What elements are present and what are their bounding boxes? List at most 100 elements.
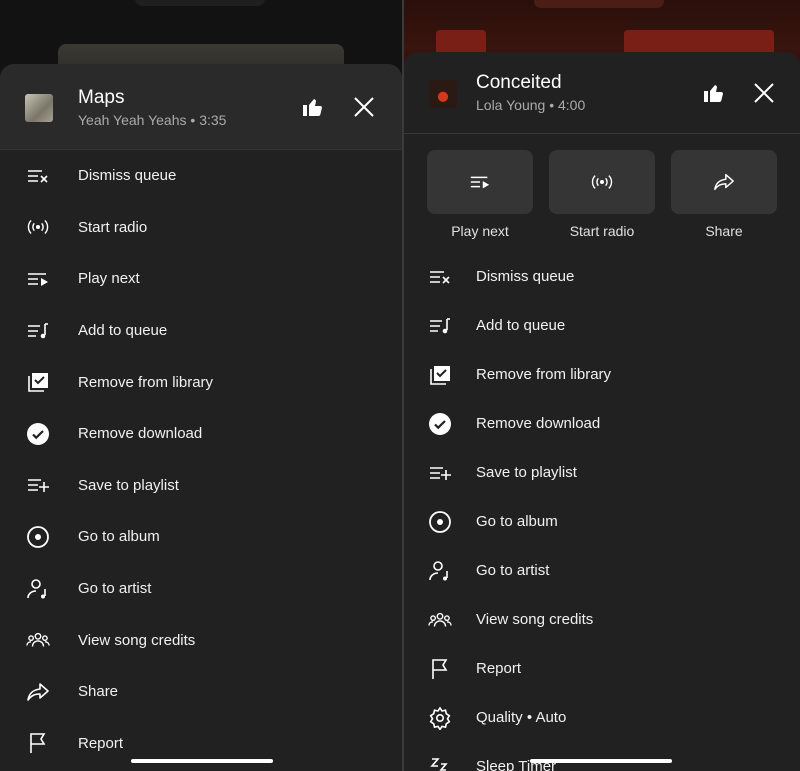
gear-icon <box>428 706 452 730</box>
quick-action-tile[interactable] <box>671 150 777 214</box>
menu-item-go-to-album[interactable]: Go to album <box>404 497 800 546</box>
playlist-add-icon <box>26 473 50 497</box>
album-icon <box>26 525 50 549</box>
menu-item-add-to-queue[interactable]: Add to queue <box>0 305 402 357</box>
radio-icon <box>591 175 613 189</box>
close-icon <box>354 97 374 117</box>
menu-item-label: View song credits <box>476 611 594 628</box>
menu-item-view-song-credits[interactable]: View song credits <box>404 595 800 644</box>
song-options-sheet: Conceited Lola Young • 4:00 Play next St… <box>404 52 800 771</box>
quick-action-tile[interactable] <box>549 150 655 214</box>
quick-action-share[interactable]: Share <box>671 150 777 239</box>
quick-action-label: Start radio <box>569 223 635 239</box>
quick-action-start-radio[interactable]: Start radio <box>549 150 655 239</box>
playlist-add-icon <box>428 461 452 485</box>
home-indicator <box>131 759 273 763</box>
options-menu: Dismiss queue Start radio Play next Add … <box>0 150 402 769</box>
background-pill <box>534 0 664 8</box>
menu-item-start-radio[interactable]: Start radio <box>0 202 402 254</box>
menu-item-label: Go to artist <box>78 580 152 598</box>
menu-item-label: Play next <box>78 270 140 288</box>
menu-item-label: Add to queue <box>476 317 566 334</box>
menu-item-play-next[interactable]: Play next <box>0 253 402 305</box>
menu-item-label: Save to playlist <box>78 476 179 494</box>
flag-icon <box>26 731 50 755</box>
menu-item-label: Go to album <box>78 528 160 546</box>
add-to-queue-icon <box>26 319 50 343</box>
dismiss-queue-icon <box>428 265 452 289</box>
album-thumbnail <box>429 80 457 108</box>
sheet-header: Maps Yeah Yeah Yeahs • 3:35 <box>0 64 402 150</box>
share-icon <box>714 173 734 191</box>
credits-icon <box>26 628 50 652</box>
menu-item-report[interactable]: Report <box>404 644 800 693</box>
menu-item-label: Dismiss queue <box>476 268 575 285</box>
menu-item-remove-download[interactable]: Remove download <box>0 408 402 460</box>
menu-item-label: Go to album <box>476 513 558 530</box>
quick-actions: Play next Start radio Share <box>427 150 777 239</box>
menu-item-share[interactable]: Share <box>0 666 402 718</box>
artist-icon <box>428 559 452 583</box>
background-pill <box>135 0 265 6</box>
play-next-icon <box>470 176 490 189</box>
left-screen: Maps Yeah Yeah Yeahs • 3:35 Dismiss queu… <box>0 0 402 771</box>
menu-item-quality[interactable]: Quality • Auto <box>404 693 800 742</box>
menu-item-label: Remove download <box>476 415 601 432</box>
album-thumbnail <box>25 94 53 122</box>
menu-item-label: Report <box>476 660 522 677</box>
like-button[interactable] <box>701 80 727 106</box>
sheet-header: Conceited Lola Young • 4:00 <box>404 52 800 134</box>
quick-action-tile[interactable] <box>427 150 533 214</box>
menu-item-label: Share <box>78 683 119 701</box>
menu-item-label: Quality • Auto <box>476 709 567 726</box>
menu-item-remove-download[interactable]: Remove download <box>404 399 800 448</box>
menu-item-save-to-playlist[interactable]: Save to playlist <box>0 460 402 512</box>
menu-item-sleep-timer[interactable]: Sleep Timer <box>404 742 800 771</box>
like-button[interactable] <box>300 94 326 120</box>
song-title: Conceited <box>476 72 562 93</box>
add-to-queue-icon <box>428 314 452 338</box>
right-screen: Conceited Lola Young • 4:00 Play next St… <box>404 0 800 771</box>
menu-item-label: Dismiss queue <box>78 167 177 185</box>
menu-item-label: Add to queue <box>78 322 168 340</box>
menu-item-label: View song credits <box>78 631 196 649</box>
flag-icon <box>428 657 452 681</box>
menu-item-label: Start radio <box>78 218 148 236</box>
close-button[interactable] <box>351 94 377 120</box>
album-icon <box>428 510 452 534</box>
quick-action-label: Play next <box>451 223 509 239</box>
quick-action-label: Share <box>705 223 743 239</box>
menu-item-remove-from-library[interactable]: Remove from library <box>404 350 800 399</box>
quick-action-play-next[interactable]: Play next <box>427 150 533 239</box>
library-check-icon <box>428 363 452 387</box>
menu-item-label: Go to artist <box>476 562 550 579</box>
sleep-timer-icon <box>428 755 452 771</box>
share-icon <box>26 680 50 704</box>
menu-item-remove-from-library[interactable]: Remove from library <box>0 356 402 408</box>
download-check-icon <box>428 412 452 436</box>
menu-item-label: Save to playlist <box>476 464 577 481</box>
menu-item-dismiss-queue[interactable]: Dismiss queue <box>404 252 800 301</box>
menu-item-label: Remove from library <box>476 366 612 383</box>
thumbs-up-icon <box>704 85 723 102</box>
menu-item-save-to-playlist[interactable]: Save to playlist <box>404 448 800 497</box>
menu-item-add-to-queue[interactable]: Add to queue <box>404 301 800 350</box>
menu-item-go-to-album[interactable]: Go to album <box>0 511 402 563</box>
menu-item-go-to-artist[interactable]: Go to artist <box>404 546 800 595</box>
home-indicator <box>530 759 672 763</box>
menu-item-label: Remove download <box>78 425 203 443</box>
dismiss-queue-icon <box>26 164 50 188</box>
menu-item-view-song-credits[interactable]: View song credits <box>0 614 402 666</box>
song-subtitle: Lola Young • 4:00 <box>476 97 586 113</box>
artist-icon <box>26 577 50 601</box>
close-button[interactable] <box>751 80 777 106</box>
song-subtitle: Yeah Yeah Yeahs • 3:35 <box>78 112 227 128</box>
menu-item-label: Remove from library <box>78 373 214 391</box>
credits-icon <box>428 608 452 632</box>
thumbs-up-icon <box>303 99 322 116</box>
menu-item-dismiss-queue[interactable]: Dismiss queue <box>0 150 402 202</box>
menu-item-go-to-artist[interactable]: Go to artist <box>0 563 402 615</box>
library-check-icon <box>26 370 50 394</box>
play-next-icon <box>26 267 50 291</box>
menu-item-label: Report <box>78 734 124 752</box>
